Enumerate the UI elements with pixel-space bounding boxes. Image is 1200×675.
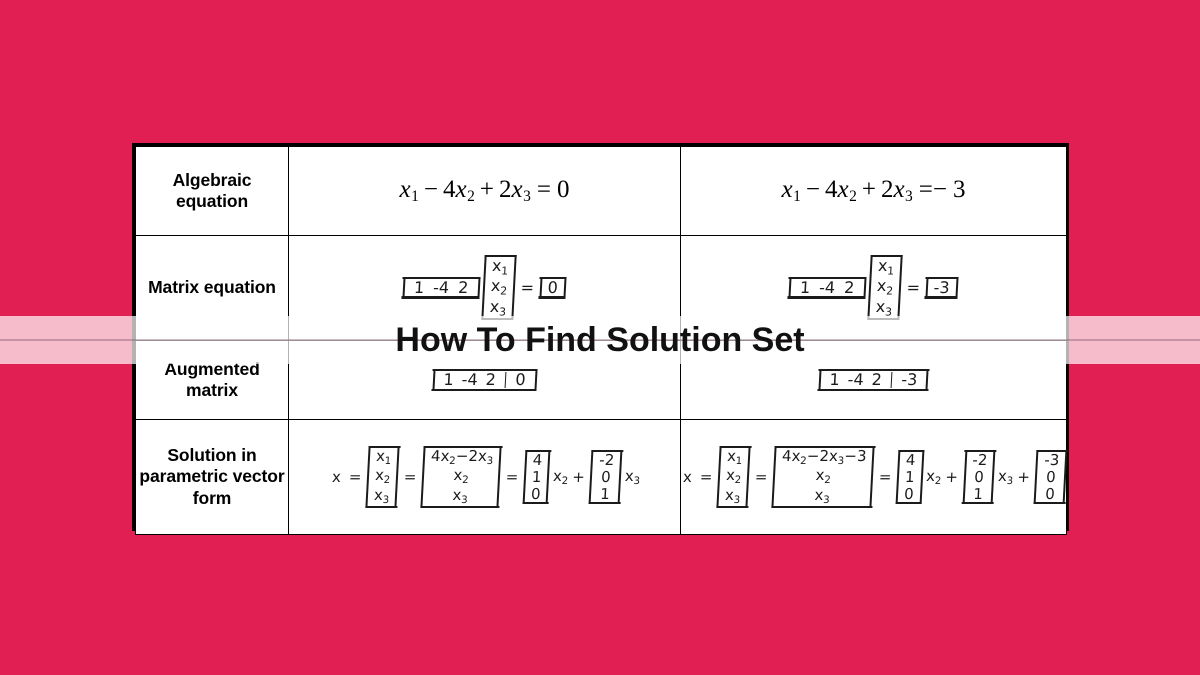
row-label-parametric-vector-form: Solution in parametric vector form — [135, 419, 289, 535]
coefficient-row-matrix: 1 -4 2 — [402, 277, 481, 299]
augment-divider — [504, 371, 507, 389]
page-title: How To Find Solution Set — [395, 320, 805, 359]
cell-algebraic-equation-nonhomogeneous: x1−4x2 +2x3 =− 3 — [680, 146, 1067, 236]
algebraic-equation-homogeneous: x1−4x2 +2x3 = 0 — [399, 175, 570, 206]
basis-vector-two: -2 0 1 — [589, 449, 624, 505]
basis-vector-one: 410 — [895, 449, 925, 505]
unknown-column-vector: x1 x2 x3 — [481, 255, 518, 321]
matrix-equation-homogeneous: 1 -4 2 x1 x2 x3 = 0 — [400, 255, 570, 321]
cell-algebraic-equation-homogeneous: x1−4x2 +2x3 = 0 — [288, 146, 681, 236]
solution-vector-x: x1 x2 x3 — [365, 445, 401, 509]
unknown-column-vector: x1 x2 x3 — [867, 255, 904, 321]
augmented-matrix-bracket: 1 -4 2 -3 — [817, 369, 930, 391]
augmented-matrix-nonhomogeneous: 1 -4 2 -3 — [816, 369, 930, 391]
parametric-vector-form-nonhomogeneous: x = x1 x2 x3 = 4x2−2x3−3 x2 x3 = 4 1 0 x2 + -2 0 1 x3 + -3 0 0 — [677, 445, 1069, 509]
augmented-matrix-homogeneous: 1 -4 2 0 — [430, 369, 538, 391]
expanded-solution-vector: 4x2−2x3 x2 x3 — [420, 445, 503, 509]
table-row: Algebraic equation x1−4x2 +2x3 = 0 x1−4x2 +2… — [135, 146, 1067, 236]
basis-vector-one: 410 — [522, 449, 552, 505]
coefficient-row-matrix: 1 -4 2 — [788, 277, 867, 299]
solution-vector-x: x1 x2 x3 — [716, 445, 752, 509]
augment-divider — [890, 371, 893, 389]
parametric-vector-form-homogeneous: x = x1 x2 x3 = 4x2−2x3 x2 x3 = 4 1 0 x2 + -2 0 1 x3 — [327, 445, 643, 509]
table-row: Solution in parametric vector form x = x1 x… — [135, 419, 1068, 535]
expanded-solution-vector: 4x2−2x3−3 x2 x3 — [771, 445, 876, 509]
rhs-vector-zero: 0 — [539, 277, 567, 299]
cell-parametric-form-nonhomogeneous: x = x1 x2 x3 = 4x2−2x3−3 x2 x3 = 4 1 0 x2 + -2 0 1 x3 + -3 0 0 — [680, 419, 1068, 535]
cell-parametric-form-homogeneous: x = x1 x2 x3 = 4x2−2x3 x2 x3 = 4 1 0 x2 + -2 0 1 x3 — [288, 419, 681, 535]
basis-vector-two: -2 0 1 — [962, 449, 996, 505]
matrix-equation-nonhomogeneous: 1 -4 2 x1 x2 x3 = -3 — [786, 255, 961, 321]
augmented-matrix-bracket: 1 -4 2 0 — [431, 369, 538, 391]
row-label-algebraic-equation: Algebraic equation — [135, 146, 289, 236]
algebraic-equation-nonhomogeneous: x1−4x2 +2x3 =− 3 — [781, 175, 966, 206]
rhs-vector-minus-three: -3 — [925, 277, 959, 299]
particular-solution-vector: -3 0 0 — [1034, 449, 1068, 505]
